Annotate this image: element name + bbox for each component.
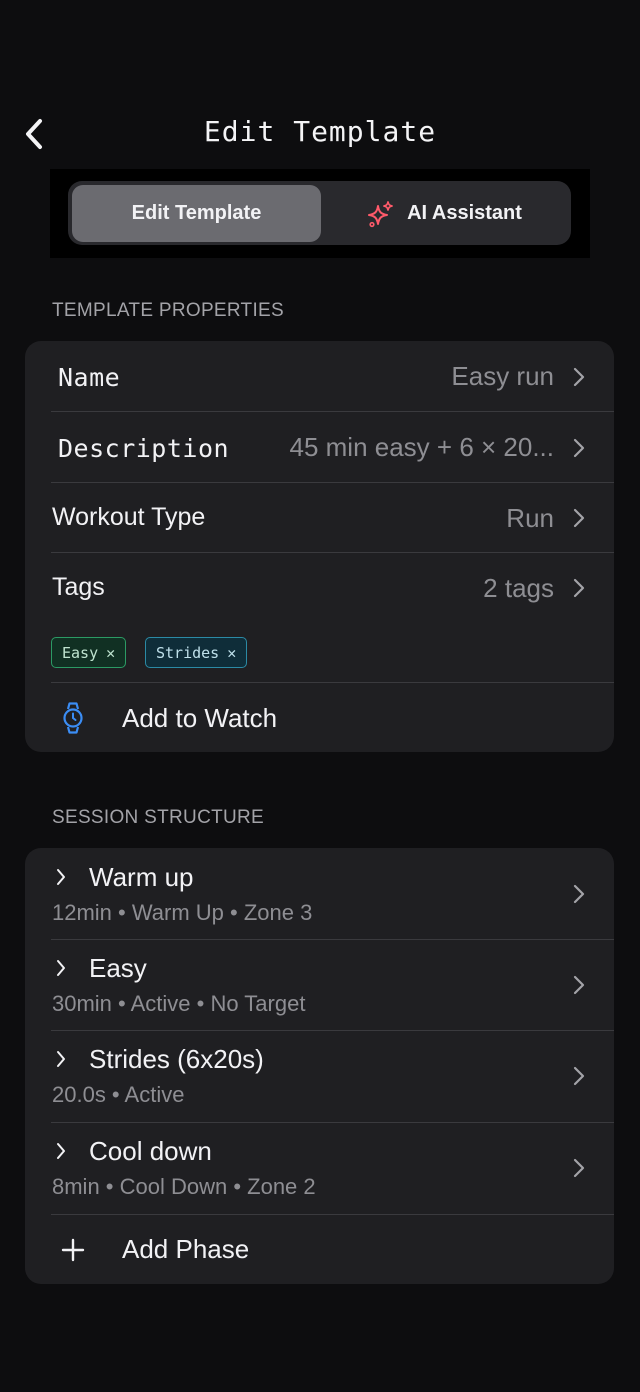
name-label: Name (58, 363, 121, 392)
navigation-bar: Edit Template (0, 100, 640, 166)
mode-selector-container: Edit Template AI Assistant (50, 169, 590, 258)
description-row[interactable]: Description 45 min easy + 6 × 20... (25, 412, 614, 483)
phase-title: Strides (6x20s) (89, 1044, 264, 1074)
name-value: Easy run (451, 361, 554, 391)
chevron-right-icon (573, 975, 585, 995)
phase-subtitle: 30min • Active • No Target (52, 991, 306, 1016)
phase-title: Easy (89, 953, 147, 983)
phase-row-strides[interactable]: Strides (6x20s) 20.0s • Active (25, 1031, 614, 1122)
edit-template-screen: Edit Template Edit Template AI Assistant… (0, 0, 640, 1392)
plus-icon (61, 1238, 85, 1262)
add-to-watch-label: Add to Watch (122, 703, 278, 733)
remove-tag-icon[interactable]: ✕ (106, 644, 115, 662)
tab-ai-assistant[interactable]: AI Assistant (320, 185, 569, 242)
chevron-right-icon[interactable] (55, 959, 67, 977)
add-to-watch-row[interactable]: Add to Watch (25, 683, 614, 752)
add-phase-button[interactable]: Add Phase (25, 1215, 614, 1284)
tags-label: Tags (52, 573, 105, 601)
phase-row-easy[interactable]: Easy 30min • Active • No Target (25, 940, 614, 1031)
phase-subtitle: 20.0s • Active (52, 1082, 185, 1107)
chevron-right-icon (573, 1066, 585, 1086)
watch-icon (63, 702, 83, 734)
chevron-right-icon[interactable] (55, 868, 67, 886)
template-properties-header: TEMPLATE PROPERTIES (52, 300, 284, 321)
workout-type-label: Workout Type (52, 503, 206, 531)
phase-title: Warm up (89, 862, 194, 892)
tab-edit-template[interactable]: Edit Template (72, 185, 321, 242)
phase-subtitle: 12min • Warm Up • Zone 3 (52, 900, 313, 925)
phase-subtitle: 8min • Cool Down • Zone 2 (52, 1174, 316, 1199)
tag-chip-strides[interactable]: Strides ✕ (145, 637, 248, 668)
phase-title: Cool down (89, 1136, 212, 1166)
chevron-right-icon (573, 367, 585, 387)
tags-row[interactable]: Tags 2 tags Easy ✕ Strides ✕ (25, 553, 614, 682)
tag-chip-label: Easy (62, 643, 99, 662)
chevron-right-icon (573, 508, 585, 528)
tag-chip-easy[interactable]: Easy ✕ (51, 637, 127, 668)
workout-type-row[interactable]: Workout Type Run (25, 483, 614, 553)
chevron-right-icon (573, 1158, 585, 1178)
chevron-right-icon (573, 578, 585, 598)
chevron-right-icon[interactable] (55, 1142, 67, 1160)
remove-tag-icon[interactable]: ✕ (227, 644, 236, 662)
template-properties-card: Name Easy run Description 45 min easy + … (25, 341, 614, 752)
tab-ai-assistant-label: AI Assistant (407, 202, 522, 224)
session-structure-header: SESSION STRUCTURE (52, 807, 265, 828)
description-value: 45 min easy + 6 × 20... (289, 432, 555, 462)
chevron-right-icon (573, 438, 585, 458)
add-phase-label: Add Phase (122, 1234, 250, 1264)
tab-edit-template-label: Edit Template (131, 202, 262, 224)
tag-chip-label: Strides (156, 643, 220, 662)
sparkles-icon (368, 200, 393, 227)
chevron-right-icon[interactable] (55, 1050, 67, 1068)
chevron-right-icon (573, 884, 585, 904)
tags-count: 2 tags (483, 573, 554, 603)
session-structure-card: Warm up 12min • Warm Up • Zone 3 Easy 30… (25, 848, 614, 1284)
name-row[interactable]: Name Easy run (25, 341, 614, 412)
workout-type-value: Run (506, 503, 554, 533)
page-title: Edit Template (203, 115, 437, 148)
mode-segmented-control: Edit Template AI Assistant (68, 181, 571, 245)
phase-row-cool-down[interactable]: Cool down 8min • Cool Down • Zone 2 (25, 1123, 614, 1214)
phase-row-warm-up[interactable]: Warm up 12min • Warm Up • Zone 3 (25, 848, 614, 939)
description-label: Description (58, 434, 230, 463)
